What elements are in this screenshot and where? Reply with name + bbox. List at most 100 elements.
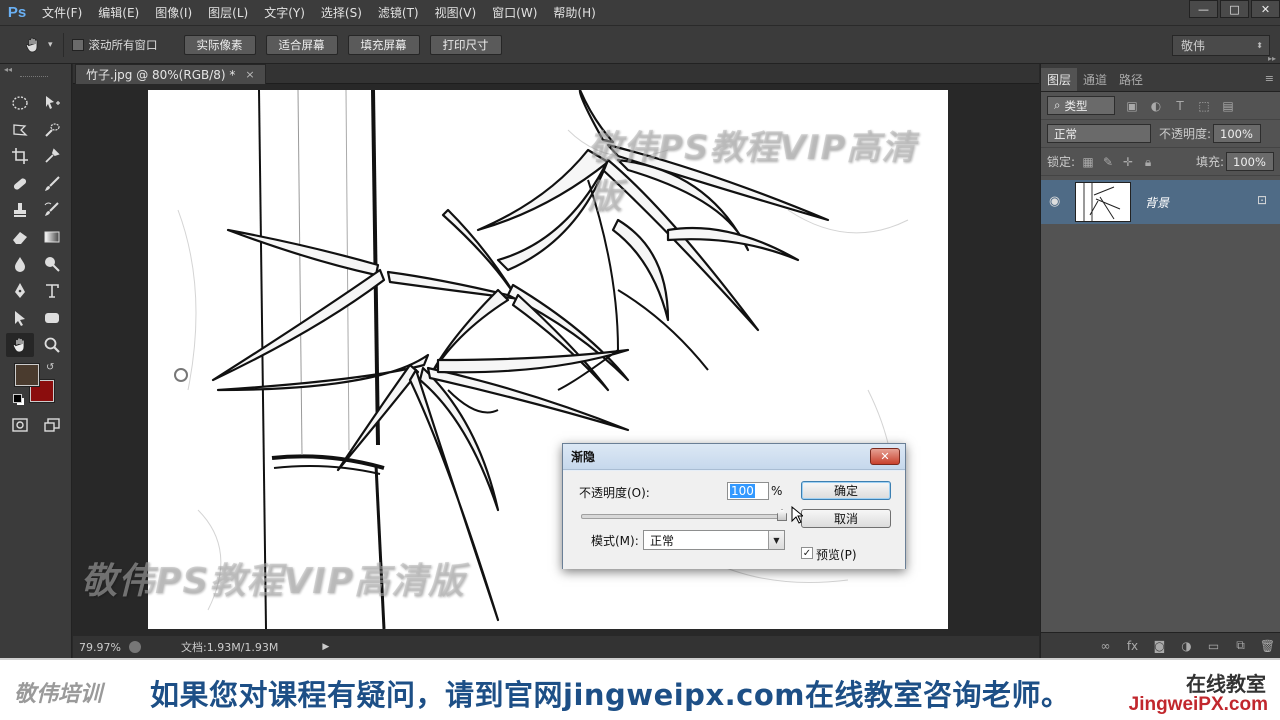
lock-transparent-icon[interactable]: ▦ [1081, 155, 1095, 169]
menu-edit[interactable]: 编辑(E) [90, 0, 147, 26]
type-tool-icon[interactable] [38, 279, 66, 303]
blend-opacity-row: 正常 不透明度: 100% [1041, 120, 1280, 148]
status-menu-icon[interactable] [129, 641, 141, 653]
photoshop-window: Ps 文件(F) 编辑(E) 图像(I) 图层(L) 文字(Y) 选择(S) 滤… [0, 0, 1280, 720]
dialog-title: 渐隐 [571, 450, 596, 464]
delete-layer-icon[interactable]: 🗑︎ [1254, 639, 1280, 653]
print-size-button[interactable]: 打印尺寸 [429, 34, 502, 55]
preview-checkbox[interactable]: ✓ [801, 547, 813, 559]
hand-tool-icon[interactable] [22, 34, 44, 56]
close-window-button[interactable]: ✕ [1251, 0, 1280, 18]
swap-colors-icon[interactable]: ↺ [46, 362, 54, 373]
eyedropper-tool-icon[interactable] [38, 144, 66, 168]
menu-view[interactable]: 视图(V) [427, 0, 485, 26]
type-filter-icon[interactable]: T [1173, 99, 1187, 113]
path-selection-tool-icon[interactable] [6, 306, 34, 330]
panel-collapse-icon[interactable]: ◂◂ [4, 65, 12, 74]
fit-screen-button[interactable]: 适合屏幕 [265, 34, 338, 55]
add-mask-icon[interactable]: ◙ [1146, 639, 1173, 653]
panel-menu-icon[interactable]: ≡ [1265, 72, 1274, 85]
dialog-title-bar[interactable]: 渐隐 [563, 444, 905, 470]
chevron-down-icon[interactable]: ▼ [768, 531, 784, 549]
screen-mode-icon[interactable] [38, 413, 66, 437]
banner-website[interactable]: JingweiPX.com [1129, 694, 1268, 716]
opacity-input[interactable]: 100 [727, 482, 769, 500]
menu-window[interactable]: 窗口(W) [484, 0, 545, 26]
quick-mask-icon[interactable] [6, 413, 34, 437]
move-tool-icon[interactable] [38, 91, 66, 115]
minimize-button[interactable]: — [1189, 0, 1218, 18]
opacity-input-value: 100 [730, 484, 755, 498]
menu-select[interactable]: 选择(S) [313, 0, 370, 26]
foreground-color-swatch[interactable] [14, 363, 40, 387]
menu-layer[interactable]: 图层(L) [200, 0, 256, 26]
eraser-tool-icon[interactable] [6, 225, 34, 249]
brush-tool-icon[interactable] [38, 172, 66, 196]
eye-icon[interactable]: ◉ [1049, 194, 1060, 209]
photoshop-logo: Ps [7, 4, 27, 21]
zoom-level[interactable]: 79.97% [79, 641, 121, 654]
mode-select[interactable]: 正常 ▼ [643, 530, 785, 550]
menu-type[interactable]: 文字(Y) [256, 0, 313, 26]
fill-field[interactable]: 100% [1226, 152, 1274, 171]
new-group-icon[interactable]: ▭ [1200, 639, 1227, 653]
healing-brush-tool-icon[interactable] [6, 172, 34, 196]
lock-pixels-icon[interactable]: ✎ [1101, 155, 1115, 169]
quick-selection-tool-icon[interactable] [38, 118, 66, 142]
close-tab-icon[interactable]: × [245, 68, 254, 81]
blur-tool-icon[interactable] [6, 252, 34, 276]
fill-screen-button[interactable]: 填充屏幕 [347, 34, 420, 55]
workspace-label: 敬伟 [1181, 39, 1206, 53]
menu-image[interactable]: 图像(I) [147, 0, 200, 26]
menu-filter[interactable]: 滤镜(T) [370, 0, 427, 26]
adjustment-layer-icon[interactable]: ◑ [1173, 639, 1200, 653]
layer-row-background[interactable]: ◉ 背景 ⊡ [1041, 180, 1280, 224]
tab-channels[interactable]: 通道 [1077, 68, 1113, 91]
scroll-all-label: 滚动所有窗口 [88, 37, 158, 52]
panel-collapse-icon[interactable]: ▸▸ [1268, 54, 1276, 63]
tab-layers[interactable]: 图层 [1041, 68, 1078, 91]
history-brush-tool-icon[interactable] [38, 198, 66, 222]
dodge-tool-icon[interactable] [38, 252, 66, 276]
default-colors-icon[interactable] [13, 394, 22, 403]
hand-tool-icon[interactable] [6, 333, 34, 357]
clone-stamp-tool-icon[interactable] [6, 198, 34, 222]
tools-panel: ◂◂ ↺ [0, 64, 72, 658]
layer-filter-select[interactable]: ⌕ 类型 [1047, 96, 1115, 115]
ok-button[interactable]: 确定 [801, 481, 891, 500]
opacity-slider[interactable] [581, 514, 783, 519]
restore-button[interactable]: □ [1220, 0, 1249, 18]
gradient-tool-icon[interactable] [38, 225, 66, 249]
crop-tool-icon[interactable] [6, 144, 34, 168]
layer-style-icon[interactable]: fx [1119, 639, 1146, 653]
new-layer-icon[interactable]: ⧉ [1227, 638, 1254, 653]
menu-file[interactable]: 文件(F) [34, 0, 90, 26]
opacity-slider-thumb[interactable] [777, 509, 787, 521]
lock-all-icon[interactable]: 🔒︎ [1141, 155, 1155, 169]
scroll-all-windows-option[interactable]: 滚动所有窗口 [71, 37, 158, 53]
polygonal-lasso-tool-icon[interactable] [6, 118, 34, 142]
actual-pixels-button[interactable]: 实际像素 [183, 34, 256, 55]
document-tab[interactable]: 竹子.jpg @ 80%(RGB/8) * × [75, 64, 266, 84]
scroll-all-checkbox[interactable] [71, 38, 84, 51]
cancel-button[interactable]: 取消 [801, 509, 891, 528]
elliptical-marquee-tool-icon[interactable] [6, 91, 34, 115]
status-expand-icon[interactable]: ▶ [322, 642, 329, 652]
pen-tool-icon[interactable] [6, 279, 34, 303]
adjustment-filter-icon[interactable]: ◐ [1149, 99, 1163, 113]
shape-filter-icon[interactable]: ⬚ [1197, 99, 1211, 113]
tab-paths[interactable]: 路径 [1113, 68, 1149, 91]
lock-position-icon[interactable]: ✛ [1121, 155, 1135, 169]
zoom-tool-icon[interactable] [38, 333, 66, 357]
blend-mode-select[interactable]: 正常 [1047, 124, 1151, 143]
rounded-rectangle-tool-icon[interactable] [38, 306, 66, 330]
smart-object-filter-icon[interactable]: ▤ [1221, 99, 1235, 113]
workspace-select[interactable]: 敬伟 ⬍ [1172, 35, 1270, 56]
link-layers-icon[interactable]: ∞ [1092, 639, 1119, 653]
pixel-filter-icon[interactable]: ▣ [1125, 99, 1139, 113]
dialog-close-button[interactable]: ✕ [870, 448, 900, 465]
menu-help[interactable]: 帮助(H) [545, 0, 603, 26]
tool-preset-arrow-icon[interactable]: ▾ [48, 40, 53, 50]
opacity-field[interactable]: 100% [1213, 124, 1262, 143]
fill-label: 填充: [1195, 155, 1224, 169]
